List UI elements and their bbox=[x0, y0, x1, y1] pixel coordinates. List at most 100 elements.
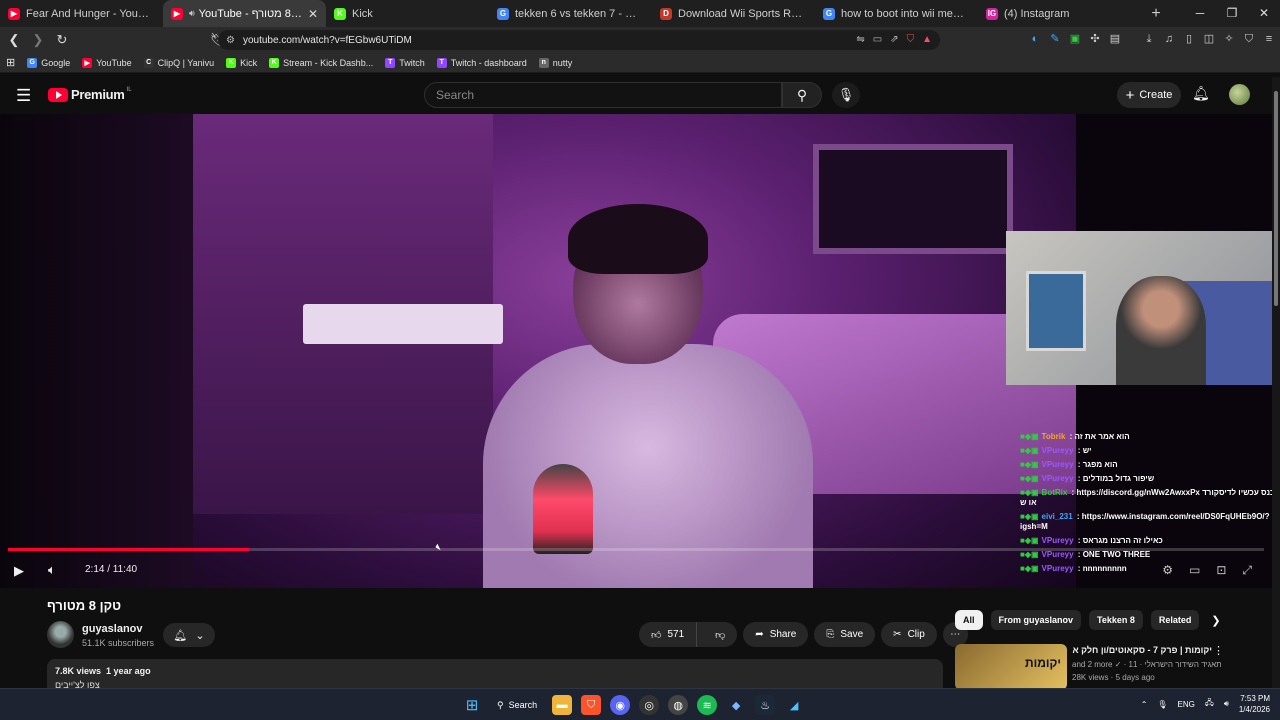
windows-start-icon[interactable]: ⊞ bbox=[462, 695, 482, 715]
file-explorer-icon[interactable]: ▬ bbox=[552, 695, 573, 715]
scrollbar-thumb[interactable] bbox=[1274, 91, 1278, 306]
bookmark-item[interactable]: G Google bbox=[27, 57, 70, 68]
account-avatar[interactable] bbox=[1229, 84, 1250, 105]
brave-shield-icon[interactable]: ⛉ bbox=[907, 34, 915, 45]
bookmark-item[interactable]: n nutty bbox=[538, 57, 572, 68]
taskbar-search[interactable]: ⚲ Search bbox=[491, 695, 543, 715]
brave-rewards-icon[interactable]: ▲ bbox=[922, 34, 932, 45]
menu-hamburger-icon[interactable]: ☰ bbox=[16, 86, 31, 106]
search-button[interactable]: ⚲ bbox=[782, 82, 822, 108]
share-button[interactable]: ➦ Share bbox=[743, 622, 809, 647]
close-window-icon[interactable]: ✕ bbox=[1248, 0, 1280, 27]
voice-search-button[interactable]: 🎙︎ bbox=[832, 82, 860, 108]
share-page-icon[interactable]: ⇗ bbox=[890, 34, 898, 45]
reload-icon[interactable]: ↻ bbox=[52, 32, 72, 48]
video-progress-bar[interactable] bbox=[8, 548, 1264, 551]
fullscreen-icon[interactable]: ⤢ bbox=[1242, 563, 1252, 578]
bookmark-item[interactable]: ▶ YouTube bbox=[82, 57, 132, 68]
media-icon[interactable]: ♫ bbox=[1162, 32, 1176, 46]
tray-overflow-icon[interactable]: ⌃ bbox=[1141, 700, 1148, 709]
pip-icon[interactable]: ▭ bbox=[873, 34, 882, 45]
address-bar[interactable]: ⚙ youtube.com/watch?v=fEGbw6UTiDM ⇋ ▭ ⇗ … bbox=[218, 30, 940, 50]
volume-tray-icon[interactable]: 🔊︎ bbox=[1224, 699, 1229, 709]
filter-chip[interactable]: All bbox=[955, 610, 983, 630]
miniplayer-icon[interactable]: ▭ bbox=[1189, 563, 1200, 578]
back-icon[interactable]: ❮ bbox=[4, 32, 24, 48]
discord-icon[interactable]: ◉ bbox=[610, 695, 631, 715]
app-icon[interactable]: ◆ bbox=[726, 695, 746, 715]
search-input[interactable]: Search bbox=[424, 82, 782, 108]
bookmark-item[interactable]: K Kick bbox=[226, 57, 257, 68]
create-button[interactable]: + Create bbox=[1117, 82, 1181, 108]
language-indicator[interactable]: ENG bbox=[1178, 700, 1195, 709]
extension-icon[interactable]: ▤ bbox=[1108, 32, 1122, 46]
youtube-premium-logo[interactable]: Premium IL bbox=[48, 87, 132, 102]
subscription-bell-button[interactable]: 🔔︎ ⌄ bbox=[163, 623, 215, 647]
download-icon[interactable]: ⤓ bbox=[1142, 32, 1156, 46]
translate-icon[interactable]: ⇋ bbox=[856, 34, 864, 45]
chat-separator: : bbox=[1067, 432, 1075, 441]
browser-tab[interactable]: ▶ Fear And Hunger - YouTube bbox=[0, 0, 163, 27]
extension-icon[interactable]: ✎ bbox=[1048, 32, 1062, 46]
menu-icon[interactable]: ≡ bbox=[1262, 32, 1276, 46]
steam-icon[interactable]: ♨ bbox=[755, 695, 776, 715]
region-code: IL bbox=[126, 86, 132, 93]
channel-avatar[interactable] bbox=[47, 621, 74, 648]
extension-icon[interactable]: ▣ bbox=[1068, 32, 1082, 46]
bookmark-item[interactable]: K Stream - Kick Dashb... bbox=[269, 57, 373, 68]
browser-tab[interactable]: K Kick bbox=[326, 0, 489, 27]
recommended-video[interactable]: יקומות יקומות | פרק 7 - סקאוטים/ון חלק א… bbox=[955, 644, 1275, 690]
browser-tab[interactable]: IG (4) Instagram bbox=[978, 0, 1141, 27]
browser-tab[interactable]: Gtekken 6 vs tekken 7 - Google Search bbox=[489, 0, 652, 27]
bookmark-item[interactable]: C ClipQ | Yanivu bbox=[143, 57, 214, 68]
bookmark-item[interactable]: T Twitch - dashboard bbox=[436, 57, 527, 68]
page-scrollbar[interactable] bbox=[1272, 77, 1280, 688]
wallet-icon[interactable]: ◫ bbox=[1202, 32, 1216, 46]
volume-icon[interactable]: 🔈︎ bbox=[48, 562, 56, 578]
mic-tray-icon[interactable]: 🎙︎ bbox=[1157, 700, 1167, 709]
rec-thumbnail[interactable]: יקומות bbox=[955, 644, 1067, 690]
vpn-icon[interactable]: ⛉ bbox=[1242, 32, 1256, 46]
site-info-icon[interactable]: ⚙ bbox=[226, 35, 235, 46]
settings-gear-icon[interactable]: ⚙ bbox=[1162, 563, 1173, 578]
chevron-right-icon[interactable]: ❯ bbox=[1211, 614, 1220, 627]
webcam-overlay bbox=[1006, 231, 1272, 385]
dislike-button[interactable]: 👎︎ bbox=[703, 622, 737, 647]
bookmark-item[interactable]: T Twitch bbox=[385, 57, 425, 68]
network-icon[interactable]: 🖧︎ bbox=[1205, 697, 1214, 711]
forward-icon[interactable]: ❯ bbox=[28, 32, 48, 48]
more-vertical-icon[interactable]: ⋮ bbox=[1213, 644, 1224, 657]
app-icon[interactable]: ◎ bbox=[639, 695, 660, 715]
rec-title[interactable]: יקומות | פרק 7 - סקאוטים/ון חלק א bbox=[1072, 645, 1212, 655]
subscriber-count: 51.1K subscribers bbox=[82, 638, 155, 648]
notifications-bell-icon[interactable]: 🔔︎ bbox=[1192, 85, 1210, 102]
extension-icon[interactable]: ◐ bbox=[1028, 32, 1042, 46]
tab-close-icon[interactable]: ✕ bbox=[308, 7, 318, 21]
tab-audio-icon[interactable]: 🔊︎ bbox=[189, 8, 195, 19]
save-button[interactable]: ⎘ Save bbox=[814, 622, 876, 647]
obs-icon[interactable]: ◍ bbox=[668, 695, 689, 715]
browser-tab[interactable]: ▶ 🔊︎YouTube - טקן 8 מטורף ✕ bbox=[163, 0, 326, 27]
clip-button[interactable]: ✂ Clip bbox=[881, 622, 937, 647]
brave-browser-icon[interactable]: ⛉ bbox=[581, 695, 602, 715]
app-icon[interactable]: ◢ bbox=[784, 695, 804, 715]
minimize-icon[interactable]: ─ bbox=[1184, 0, 1216, 27]
new-tab-icon[interactable]: + bbox=[1141, 5, 1171, 23]
leo-icon[interactable]: ✧ bbox=[1222, 32, 1236, 46]
puzzle-icon[interactable]: ✣ bbox=[1088, 32, 1102, 46]
like-button[interactable]: 👍︎ 571 bbox=[639, 622, 698, 647]
restore-icon[interactable]: ❐ bbox=[1216, 0, 1248, 27]
filter-chip[interactable]: Tekken 8 bbox=[1089, 610, 1143, 630]
browser-tab[interactable]: D Download Wii Sports Resort ROM - F bbox=[652, 0, 815, 27]
video-player[interactable]: ■◆▣ Tobrik : הוא אמר את זה ■◆▣ VPureyy : יש… bbox=[0, 114, 1272, 588]
play-icon[interactable]: ▶ bbox=[14, 563, 24, 579]
filter-chip[interactable]: From guyaslanov bbox=[990, 610, 1082, 630]
sidebar-icon[interactable]: ▯ bbox=[1182, 32, 1196, 46]
clock[interactable]: 7:53 PM 1/4/2026 bbox=[1239, 693, 1270, 715]
browser-tab[interactable]: Ghow to boot into wii menu dolphin bbox=[815, 0, 978, 27]
filter-chip[interactable]: Related bbox=[1150, 610, 1200, 630]
channel-name[interactable]: guyaslanov bbox=[82, 623, 143, 635]
spotify-icon[interactable]: ≋ bbox=[697, 695, 718, 715]
cast-icon[interactable]: ⊡ bbox=[1216, 563, 1226, 578]
apps-grid-icon[interactable]: ⊞ bbox=[6, 56, 15, 69]
